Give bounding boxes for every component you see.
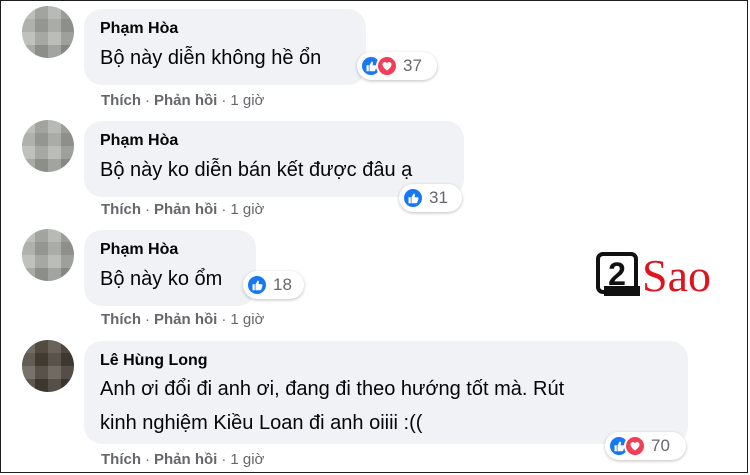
reaction-summary[interactable]: 18: [243, 271, 304, 299]
comment-timestamp[interactable]: 1 giờ: [230, 92, 264, 109]
comment-actions: Thích · Phản hồi · 1 giờ: [101, 200, 264, 220]
comment-timestamp[interactable]: 1 giờ: [230, 451, 264, 468]
comment-author[interactable]: Phạm Hòa: [100, 240, 242, 260]
comment-timestamp[interactable]: 1 giờ: [230, 201, 264, 218]
logo-word: Sao: [642, 250, 711, 301]
avatar[interactable]: [22, 6, 74, 58]
separator-dot: ·: [221, 201, 227, 218]
avatar[interactable]: [22, 340, 74, 392]
like-icon: [402, 187, 424, 209]
comment-actions: Thích · Phản hồi · 1 giờ: [101, 91, 264, 111]
comment-bubble: Phạm Hòa Bộ này diễn không hề ổn: [84, 9, 366, 85]
reaction-summary[interactable]: 31: [399, 184, 462, 212]
reply-link[interactable]: Phản hồi: [154, 201, 217, 218]
reply-link[interactable]: Phản hồi: [154, 92, 217, 109]
comment-text-line: kinh nghiệm Kiều Loan đi anh oiiii :((: [100, 412, 423, 434]
reply-link[interactable]: Phản hồi: [154, 451, 217, 468]
comment-text: Bộ này diễn không hề ổn: [100, 47, 322, 69]
separator-dot: ·: [221, 311, 227, 328]
comment-bubble: Lê Hùng Long Anh ơi đổi đi anh ơi, đang …: [84, 341, 688, 444]
separator-dot: ·: [145, 92, 150, 109]
logo-digit: 2: [608, 256, 626, 292]
reaction-summary[interactable]: 37: [357, 52, 437, 80]
separator-dot: ·: [145, 311, 150, 328]
like-link[interactable]: Thích: [101, 201, 141, 218]
reaction-count: 31: [429, 188, 448, 207]
comment-author[interactable]: Phạm Hòa: [100, 19, 352, 39]
reaction-summary[interactable]: 70: [605, 432, 686, 460]
comment-bubble: Phạm Hòa Bộ này ko ổm: [84, 230, 256, 306]
love-icon: [376, 55, 398, 77]
comment-author[interactable]: Phạm Hòa: [100, 131, 450, 151]
comment-text: Bộ này ko diễn bán kết được đâu ạ: [100, 159, 413, 181]
comment-author[interactable]: Lê Hùng Long: [100, 351, 674, 371]
separator-dot: ·: [221, 92, 227, 109]
reply-link[interactable]: Phản hồi: [154, 311, 217, 328]
like-link[interactable]: Thích: [101, 311, 141, 328]
separator-dot: ·: [145, 201, 150, 218]
separator-dot: ·: [145, 451, 150, 468]
comment-actions: Thích · Phản hồi · 1 giờ: [101, 450, 264, 470]
love-icon: [624, 435, 646, 457]
like-link[interactable]: Thích: [101, 92, 141, 109]
comment-timestamp[interactable]: 1 giờ: [230, 311, 264, 328]
avatar[interactable]: [22, 229, 74, 281]
reaction-count: 18: [273, 275, 292, 294]
separator-dot: ·: [221, 451, 227, 468]
comment-thread: Phạm Hòa Bộ này diễn không hề ổn 37 Thíc…: [0, 0, 748, 473]
like-link[interactable]: Thích: [101, 451, 141, 468]
reaction-count: 70: [651, 436, 670, 455]
avatar[interactable]: [22, 120, 74, 172]
reaction-count: 37: [403, 56, 422, 75]
2sao-logo: 2 Sao: [596, 250, 711, 301]
like-icon: [246, 274, 268, 296]
comment-text: Bộ này ko ổm: [100, 268, 223, 290]
comment-text-line: Anh ơi đổi đi anh ơi, đang đi theo hướng…: [100, 378, 565, 400]
comment-actions: Thích · Phản hồi · 1 giờ: [101, 310, 264, 330]
